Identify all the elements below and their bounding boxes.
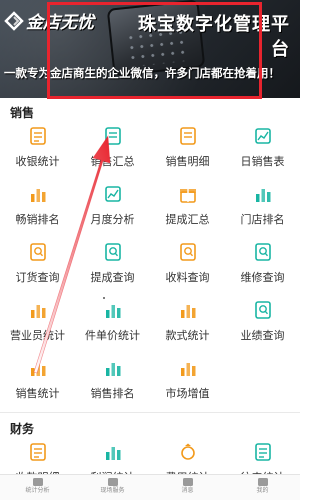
sales-stats-icon [31, 363, 46, 376]
sales-detail-icon [180, 127, 196, 145]
nav-item-service[interactable]: 现场服务 [75, 475, 150, 500]
profile-icon [257, 478, 268, 486]
repair-query-icon [255, 243, 271, 261]
menu-item-label: 提成汇总 [165, 214, 210, 226]
brand-logo-icon [4, 10, 24, 31]
menu-item-label: 业绩查询 [240, 330, 285, 342]
menu-item-performance-query[interactable]: 业绩查询 [225, 300, 300, 358]
nav-item-profile[interactable]: 我的 [225, 475, 300, 500]
store-rank-icon [256, 189, 271, 202]
menu-item-label: 门店排名 [240, 214, 285, 226]
menu-item-market-growth[interactable]: 市场增值 [150, 358, 225, 416]
menu-item-order-query[interactable]: 订货查询 [0, 242, 75, 300]
receipt-icon [30, 443, 46, 461]
menu-item-label: 月度分析 [90, 214, 135, 226]
menu-item-label: 畅销排名 [15, 214, 60, 226]
salesperson-stats-icon [31, 305, 46, 318]
menu-item-label: 款式统计 [165, 330, 210, 342]
nav-item-chart[interactable]: 统计分析 [0, 475, 75, 500]
commission-summary-icon [180, 189, 196, 203]
service-icon [107, 478, 118, 486]
material-query-icon [180, 243, 196, 261]
menu-item-salesperson-stats[interactable]: 营业员统计 [0, 300, 75, 358]
nav-item-label: 统计分析 [25, 488, 50, 494]
market-growth-icon [181, 363, 196, 376]
menu-item-label: 订货查询 [15, 272, 60, 284]
menu-item-label: 市场增值 [165, 388, 210, 400]
menu-item-label: 提成查询 [90, 272, 135, 284]
menu-item-label: 收银统计 [15, 156, 60, 168]
menu-item-sales-detail[interactable]: 销售明细 [150, 126, 225, 184]
menu-item-label: 营业员统计 [10, 330, 65, 342]
menu-item-commission-query[interactable]: 提成查询 [75, 242, 150, 300]
menu-item-cash-register[interactable]: 收银统计 [0, 126, 75, 184]
cash-register-icon [30, 127, 46, 145]
profit-icon [106, 447, 121, 460]
menu-item-label: 维修查询 [240, 272, 285, 284]
menu-item-monthly-analysis[interactable]: 月度分析 [75, 184, 150, 242]
unit-price-stats-icon [106, 305, 121, 318]
menu-item-label: 销售统计 [15, 388, 60, 400]
menu-item-label: 销售汇总 [90, 156, 135, 168]
ledger-icon [255, 443, 271, 461]
speck-mark [103, 297, 105, 299]
menu-item-style-stats[interactable]: 款式统计 [150, 300, 225, 358]
annotation-highlight-box [47, 2, 262, 99]
performance-query-icon [255, 301, 271, 319]
order-query-icon [30, 243, 46, 261]
expense-icon [181, 443, 195, 460]
bottom-nav: 统计分析 现场服务 消息 我的 [0, 474, 300, 500]
daily-sales-icon [255, 128, 271, 144]
menu-item-unit-price-stats[interactable]: 件单价统计 [75, 300, 150, 358]
nav-item-label: 现场服务 [100, 488, 125, 494]
section-title-finance: 财务 [10, 422, 35, 436]
section-title-sales: 销售 [10, 106, 35, 120]
sales-rank-icon [106, 363, 121, 376]
message-icon [182, 478, 193, 486]
menu-item-label: 件单价统计 [85, 330, 140, 342]
nav-item-message[interactable]: 消息 [150, 475, 225, 500]
menu-item-bestseller-rank[interactable]: 畅销排名 [0, 184, 75, 242]
menu-item-label: 销售排名 [90, 388, 135, 400]
menu-item-store-rank[interactable]: 门店排名 [225, 184, 300, 242]
commission-query-icon [105, 243, 121, 261]
menu-item-commission-summary[interactable]: 提成汇总 [150, 184, 225, 242]
bestseller-rank-icon [31, 189, 46, 202]
menu-item-daily-sales[interactable]: 日销售表 [225, 126, 300, 184]
sales-summary-icon [105, 127, 121, 145]
menu-item-label: 收料查询 [165, 272, 210, 284]
nav-item-label: 消息 [181, 488, 194, 494]
menu-item-material-query[interactable]: 收料查询 [150, 242, 225, 300]
style-stats-icon [181, 305, 196, 318]
menu-item-repair-query[interactable]: 维修查询 [225, 242, 300, 300]
menu-item-sales-rank[interactable]: 销售排名 [75, 358, 150, 416]
section-divider [0, 412, 300, 413]
menu-item-label: 销售明细 [165, 156, 210, 168]
nav-item-label: 我的 [256, 488, 269, 494]
chart-icon [32, 478, 43, 486]
menu-item-sales-stats[interactable]: 销售统计 [0, 358, 75, 416]
menu-item-sales-summary[interactable]: 销售汇总 [75, 126, 150, 184]
monthly-analysis-icon [105, 186, 121, 202]
menu-item-label: 日销售表 [240, 156, 285, 168]
